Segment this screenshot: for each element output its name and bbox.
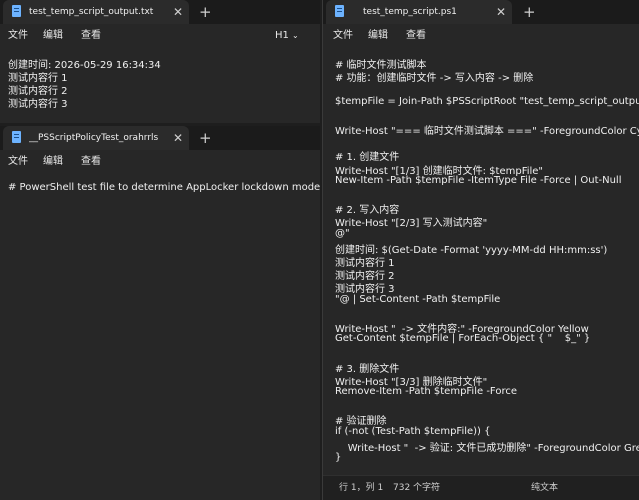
menu-edit[interactable]: 编辑 <box>43 24 63 48</box>
notepad-file-icon <box>335 5 344 17</box>
tab-policy-test-file[interactable]: __PSScriptPolicyTest_orahrrls.w3c.p ✕ <box>3 126 189 150</box>
code-line: @" <box>335 227 350 239</box>
chevron-down-icon[interactable]: ⌄ <box>292 24 299 48</box>
close-tab-icon[interactable]: ✕ <box>496 0 506 24</box>
menu-view[interactable]: 查看 <box>81 24 101 48</box>
code-line: Remove-Item -Path $tempFile -Force <box>335 386 517 397</box>
tab-output-file[interactable]: test_temp_script_output.txt ✕ <box>3 0 189 24</box>
encoding-label[interactable]: 纯文本 <box>531 476 558 500</box>
code-line: } <box>335 452 342 463</box>
text-line: # PowerShell test file to determine AppL… <box>8 182 320 193</box>
notepad-file-icon <box>12 131 21 143</box>
status-bar: 行 1，列 1 732 个字符 纯文本 <box>323 475 639 500</box>
tab-bar: test_temp_script.ps1 ✕ + <box>323 0 639 24</box>
tab-script-file[interactable]: test_temp_script.ps1 ✕ <box>326 0 512 24</box>
menu-edit[interactable]: 编辑 <box>43 150 63 174</box>
notepad-window-script: test_temp_script.ps1 ✕ + 文件 编辑 查看 # 临时文件… <box>322 0 639 500</box>
editor-area[interactable]: # 临时文件测试脚本 # 功能：创建临时文件 -> 写入内容 -> 删除 $temp… <box>323 48 639 476</box>
notepad-file-icon <box>12 5 21 17</box>
close-tab-icon[interactable]: ✕ <box>173 126 183 150</box>
heading-dropdown[interactable]: H1 <box>275 24 289 48</box>
code-line: if (-not (Test-Path $tempFile)) { <box>335 425 491 437</box>
code-line: New-Item -Path $tempFile -ItemType File … <box>335 174 622 186</box>
tab-title: test_temp_script_output.txt <box>29 7 154 17</box>
code-line: # 功能：创建临时文件 -> 写入内容 -> 删除 <box>335 73 534 85</box>
text-area[interactable]: # PowerShell test file to determine AppL… <box>0 174 320 500</box>
character-count: 732 个字符 <box>393 483 441 493</box>
code-line: Write-Host "=== 临时文件测试脚本 ===" -Foregroun… <box>335 126 639 137</box>
tab-bar: test_temp_script_output.txt ✕ + <box>0 0 320 24</box>
menu-edit[interactable]: 编辑 <box>368 24 388 48</box>
menu-bar: 文件 编辑 查看 H1 ⌄ <box>0 24 320 48</box>
new-tab-icon[interactable]: + <box>199 126 212 150</box>
code-line: Get-Content $tempFile | ForEach-Object {… <box>335 333 591 345</box>
code-line: "@ | Set-Content -Path $tempFile <box>335 293 501 305</box>
new-tab-icon[interactable]: + <box>523 0 536 24</box>
code-line: Write-Host " -> 验证: 文件已成功删除" -Foreground… <box>335 442 639 454</box>
text-area[interactable]: 创建时间: 2026-05-29 16:34:34 测试内容行 1 测试内容行 … <box>0 48 320 123</box>
new-tab-icon[interactable]: + <box>199 0 212 24</box>
menu-file[interactable]: 文件 <box>8 24 28 48</box>
cursor-position: 行 1，列 1 <box>339 483 384 493</box>
menu-bar: 文件 编辑 查看 <box>0 150 320 174</box>
tab-title: test_temp_script.ps1 <box>363 7 457 17</box>
notepad-window-output: test_temp_script_output.txt ✕ + 文件 编辑 查看… <box>0 0 320 123</box>
menu-file[interactable]: 文件 <box>8 150 28 174</box>
notepad-window-policy-test: __PSScriptPolicyTest_orahrrls.w3c.p ✕ + … <box>0 126 320 500</box>
menu-view[interactable]: 查看 <box>81 150 101 174</box>
code-line: Write-Host "[2/3] 写入测试内容" <box>335 218 488 230</box>
tab-bar: __PSScriptPolicyTest_orahrrls.w3c.p ✕ + <box>0 126 320 150</box>
menu-view[interactable]: 查看 <box>406 24 426 48</box>
close-tab-icon[interactable]: ✕ <box>173 0 183 24</box>
menu-file[interactable]: 文件 <box>333 24 353 48</box>
menu-bar: 文件 编辑 查看 <box>323 24 639 48</box>
code-line: $tempFile = Join-Path $PSScriptRoot "tes… <box>335 95 639 107</box>
tab-title: __PSScriptPolicyTest_orahrrls.w3c.p <box>29 133 159 143</box>
text-line: 测试内容行 3 <box>8 99 68 110</box>
